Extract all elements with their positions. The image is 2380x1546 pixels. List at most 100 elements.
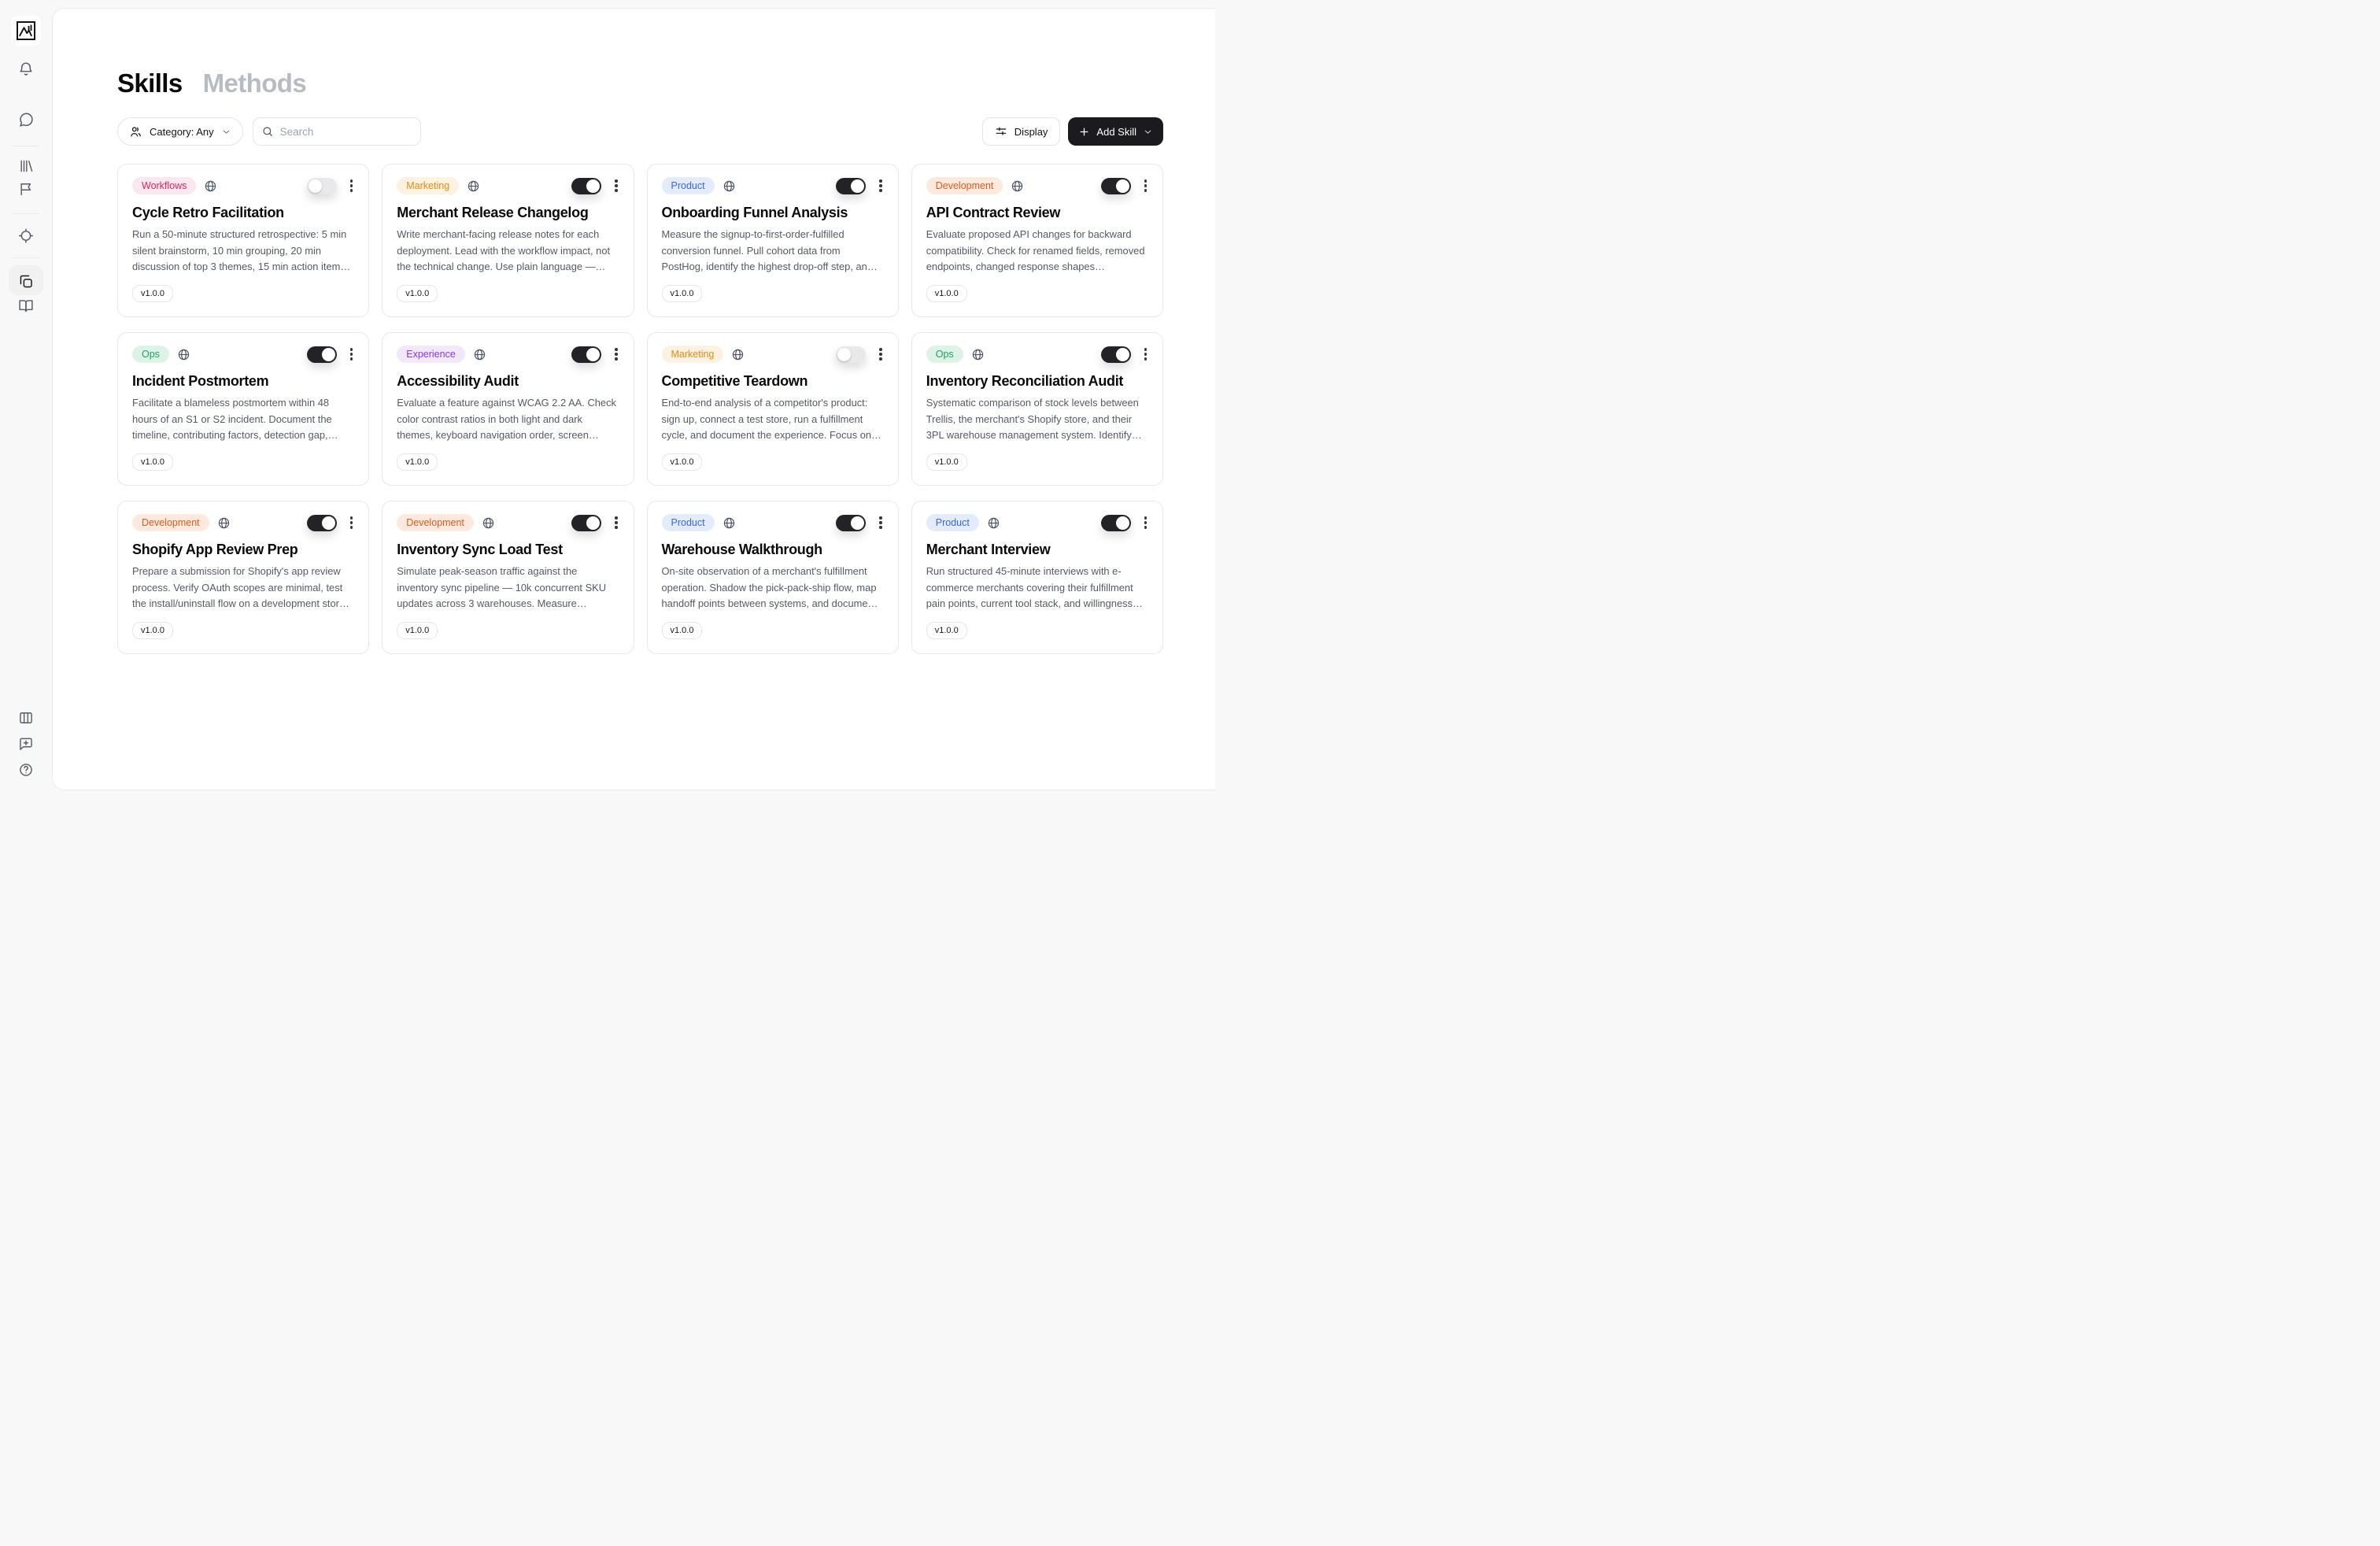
category-badge: Product — [662, 514, 715, 531]
globe-icon — [722, 179, 736, 193]
skill-title: Incident Postmortem — [132, 373, 354, 390]
globe-icon — [731, 348, 745, 361]
more-menu-button[interactable] — [1143, 346, 1148, 362]
message-plus-icon — [18, 736, 34, 752]
app-logo[interactable] — [11, 16, 41, 46]
skill-description: Write merchant-facing release notes for … — [397, 227, 619, 276]
skill-enabled-toggle[interactable] — [307, 178, 337, 194]
skill-card: Product Onboarding Funnel Analysis Measu… — [647, 164, 899, 317]
category-badge: Development — [926, 177, 1003, 194]
sidebar-item-flags[interactable] — [17, 179, 35, 198]
skill-card: Development API Contract Review Evaluate… — [911, 164, 1163, 317]
toggle-knob — [322, 348, 335, 361]
skill-card: Marketing Merchant Release Changelog Wri… — [382, 164, 634, 317]
locate-icon — [18, 227, 35, 244]
card-header: Marketing — [662, 346, 884, 363]
bell-icon — [18, 61, 35, 78]
toggle-knob — [586, 348, 600, 361]
plus-icon — [1078, 126, 1090, 138]
sidebar-item-notifications[interactable] — [17, 60, 36, 80]
sidebar-item-locate[interactable] — [17, 226, 36, 246]
sidebar-item-chat[interactable] — [17, 110, 36, 130]
page-tabs: Skills Methods — [117, 9, 1163, 98]
skill-title: Competitive Teardown — [662, 373, 884, 390]
globe-icon — [722, 516, 736, 530]
more-menu-button[interactable] — [1143, 177, 1148, 194]
columns-icon — [18, 710, 34, 726]
display-button[interactable]: Display — [982, 117, 1061, 146]
main-panel: Skills Methods Category: Any Display Add… — [52, 8, 1215, 790]
skill-enabled-toggle[interactable] — [836, 346, 866, 363]
toggle-knob — [1116, 348, 1129, 361]
tab-methods[interactable]: Methods — [203, 68, 306, 98]
category-badge: Marketing — [662, 346, 724, 363]
mountain-monogram-logo-icon — [14, 19, 38, 43]
skill-enabled-toggle[interactable] — [1101, 346, 1131, 363]
more-menu-button[interactable] — [349, 177, 354, 194]
version-badge: v1.0.0 — [397, 453, 438, 471]
skill-enabled-toggle[interactable] — [1101, 178, 1131, 194]
globe-icon — [971, 348, 985, 361]
tab-skills[interactable]: Skills — [117, 68, 183, 98]
more-menu-button[interactable] — [878, 514, 883, 531]
sidebar-item-feedback[interactable] — [17, 734, 35, 753]
skill-title: Merchant Release Changelog — [397, 205, 619, 221]
more-menu-button[interactable] — [878, 177, 883, 194]
skill-enabled-toggle[interactable] — [571, 515, 601, 531]
copy-pages-icon — [18, 273, 35, 290]
flag-icon — [18, 181, 34, 197]
skill-enabled-toggle[interactable] — [571, 178, 601, 194]
globe-icon — [204, 179, 217, 193]
card-header: Development — [926, 177, 1148, 194]
more-menu-button[interactable] — [349, 346, 354, 362]
more-menu-button[interactable] — [613, 177, 619, 194]
category-badge: Marketing — [397, 177, 459, 194]
skill-title: Accessibility Audit — [397, 373, 619, 390]
sidebar-item-skills-active[interactable] — [17, 272, 36, 291]
toggle-knob — [1116, 516, 1129, 530]
search-input[interactable] — [253, 117, 421, 146]
add-skill-button-label: Add Skill — [1096, 126, 1136, 138]
toggle-knob — [586, 516, 600, 530]
skill-enabled-toggle[interactable] — [836, 515, 866, 531]
more-menu-button[interactable] — [878, 346, 883, 362]
more-menu-button[interactable] — [613, 346, 619, 362]
globe-icon — [177, 348, 190, 361]
sidebar-item-docs[interactable] — [17, 296, 36, 316]
globe-icon — [987, 516, 1000, 530]
library-icon — [18, 158, 34, 174]
skill-enabled-toggle[interactable] — [307, 515, 337, 531]
sidebar-item-help[interactable] — [17, 760, 35, 779]
more-menu-button[interactable] — [613, 514, 619, 531]
display-button-label: Display — [1014, 126, 1048, 138]
add-skill-button[interactable]: Add Skill — [1068, 117, 1163, 146]
skill-description: Evaluate proposed API changes for backwa… — [926, 227, 1148, 276]
version-badge: v1.0.0 — [132, 453, 173, 471]
more-menu-button[interactable] — [349, 514, 354, 531]
card-header: Development — [132, 514, 354, 531]
skill-enabled-toggle[interactable] — [307, 346, 337, 363]
skill-title: Inventory Reconciliation Audit — [926, 373, 1148, 390]
users-icon — [129, 125, 142, 139]
category-filter-dropdown[interactable]: Category: Any — [117, 117, 243, 146]
skill-description: Simulate peak-season traffic against the… — [397, 564, 619, 612]
category-badge: Ops — [132, 346, 169, 363]
skill-enabled-toggle[interactable] — [836, 178, 866, 194]
version-badge: v1.0.0 — [926, 622, 967, 639]
skill-title: Shopify App Review Prep — [132, 542, 354, 558]
sidebar-item-columns[interactable] — [17, 708, 35, 727]
sidebar-item-library[interactable] — [17, 157, 35, 176]
skill-card: Marketing Competitive Teardown End-to-en… — [647, 332, 899, 486]
skill-title: Merchant Interview — [926, 542, 1148, 558]
more-menu-button[interactable] — [1143, 514, 1148, 531]
skill-enabled-toggle[interactable] — [571, 346, 601, 363]
version-badge: v1.0.0 — [662, 622, 703, 639]
card-header: Ops — [926, 346, 1148, 363]
category-badge: Workflows — [132, 177, 196, 194]
skill-card: Product Warehouse Walkthrough On-site ob… — [647, 501, 899, 654]
skill-description: Systematic comparison of stock levels be… — [926, 395, 1148, 444]
skill-title: Onboarding Funnel Analysis — [662, 205, 884, 221]
skill-enabled-toggle[interactable] — [1101, 515, 1131, 531]
version-badge: v1.0.0 — [397, 622, 438, 639]
book-open-icon — [18, 298, 35, 314]
